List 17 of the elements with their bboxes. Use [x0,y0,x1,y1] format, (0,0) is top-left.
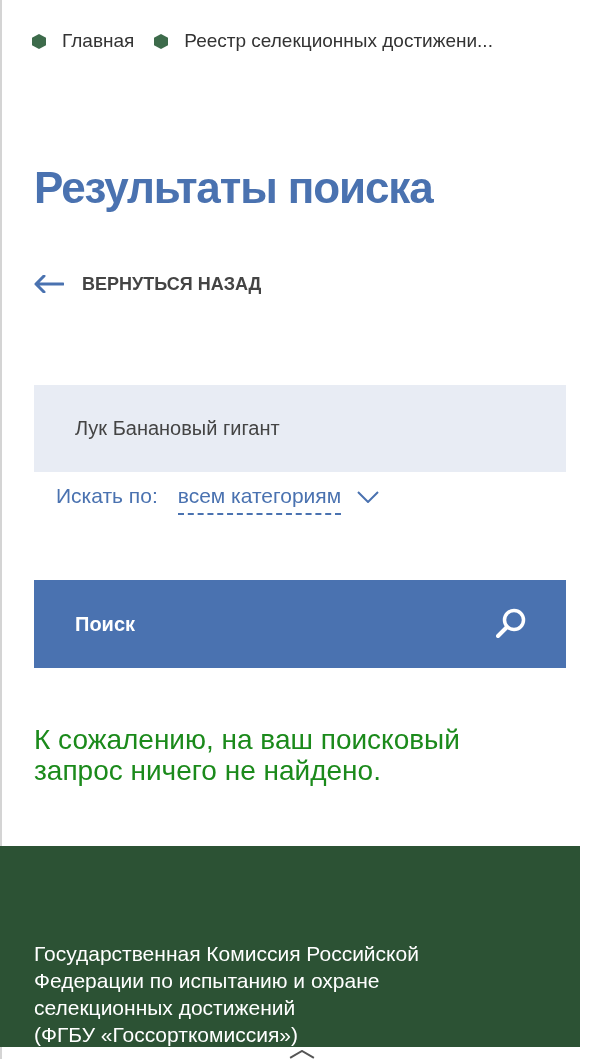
hexagon-icon [154,33,169,49]
search-field[interactable]: Лук Банановый гигант [34,385,566,473]
footer-org-short-name: (ФГБУ «Госсорткомиссия») [34,1022,298,1049]
breadcrumb-link[interactable]: Реестр селекционных достижени... [184,30,493,52]
search-button[interactable]: Поиск [34,579,566,669]
hexagon-icon [32,33,46,49]
no-results-message: К сожалению, на ваш поисковый запрос ничего не найдено. [34,724,461,787]
chevron-down-icon [357,491,380,504]
filter-label: Искать по: [56,483,158,510]
page-title: Результаты поиска [34,162,433,214]
footer-org-name: Государственная Комиссия Российской Федерации по испытанию и охране селекционных достижений [34,941,420,1022]
breadcrumb-link[interactable]: Главная [62,30,135,52]
arrow-left-icon [34,275,64,293]
category-dropdown[interactable]: всем категориям [177,481,380,516]
back-link[interactable]: ВЕРНУТЬСЯ НАЗАД [34,272,262,296]
emblem-icon [289,1050,315,1059]
search-icon [496,608,526,640]
